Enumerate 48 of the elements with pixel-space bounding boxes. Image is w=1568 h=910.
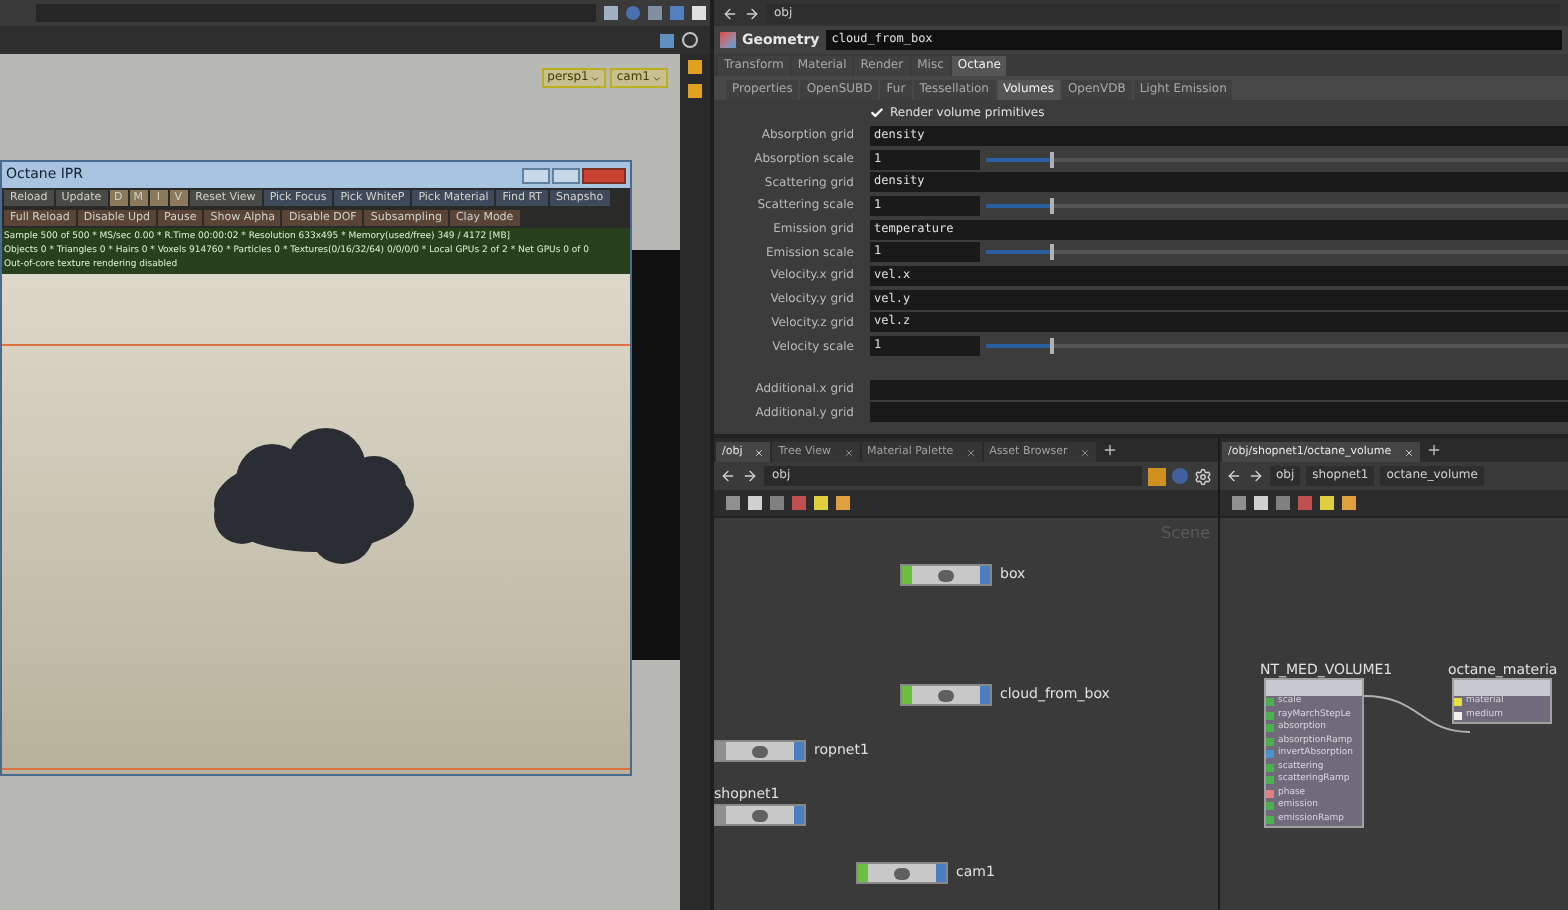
network-node[interactable] xyxy=(714,804,806,826)
input-port[interactable] xyxy=(1266,789,1274,798)
back-icon[interactable] xyxy=(722,5,738,21)
slider-handle[interactable] xyxy=(1050,151,1054,168)
text-field[interactable] xyxy=(870,402,1568,423)
add-tab-icon[interactable] xyxy=(1101,442,1118,458)
input-port[interactable] xyxy=(1266,724,1274,733)
checkbox[interactable] xyxy=(870,106,884,120)
node-header xyxy=(1266,680,1362,696)
node-icon xyxy=(938,569,954,581)
close-button[interactable] xyxy=(582,167,626,183)
slider-handle[interactable] xyxy=(1050,197,1054,214)
node-icon xyxy=(752,809,768,821)
geometry-icon xyxy=(720,32,736,48)
network-node[interactable] xyxy=(900,684,992,706)
slider-handle[interactable] xyxy=(1050,244,1054,261)
input-port[interactable] xyxy=(1454,698,1462,707)
input-port[interactable] xyxy=(1266,815,1274,824)
node-icon xyxy=(752,745,768,757)
maximize-button[interactable] xyxy=(552,167,580,183)
forward-icon[interactable] xyxy=(744,5,760,21)
network-node[interactable] xyxy=(714,740,806,762)
square-icon[interactable] xyxy=(692,6,706,20)
input-port[interactable] xyxy=(1266,698,1274,707)
node-icon xyxy=(894,867,910,879)
settings-icon[interactable] xyxy=(1194,467,1212,485)
input-port[interactable] xyxy=(1266,802,1274,811)
input-port[interactable] xyxy=(1454,711,1462,720)
slider-handle[interactable] xyxy=(1050,338,1054,355)
back-icon[interactable] xyxy=(720,468,736,484)
text-field[interactable] xyxy=(870,379,1568,400)
forward-icon[interactable] xyxy=(742,468,758,484)
forward-icon[interactable] xyxy=(1248,468,1264,484)
help-icon[interactable] xyxy=(682,32,698,48)
minimize-button[interactable] xyxy=(522,167,550,183)
input-port[interactable] xyxy=(1266,750,1274,759)
node-header xyxy=(1454,680,1550,696)
input-port[interactable] xyxy=(1266,763,1274,772)
input-port[interactable] xyxy=(1266,776,1274,785)
network-node[interactable] xyxy=(900,564,992,586)
node-icon xyxy=(938,689,954,701)
input-port[interactable] xyxy=(1266,711,1274,720)
network-node[interactable] xyxy=(856,862,948,884)
caret-icon xyxy=(590,73,601,83)
add-tab-icon[interactable] xyxy=(1425,442,1442,458)
input-port[interactable] xyxy=(1266,737,1274,746)
back-icon[interactable] xyxy=(1226,468,1242,484)
caret-icon xyxy=(652,73,662,83)
